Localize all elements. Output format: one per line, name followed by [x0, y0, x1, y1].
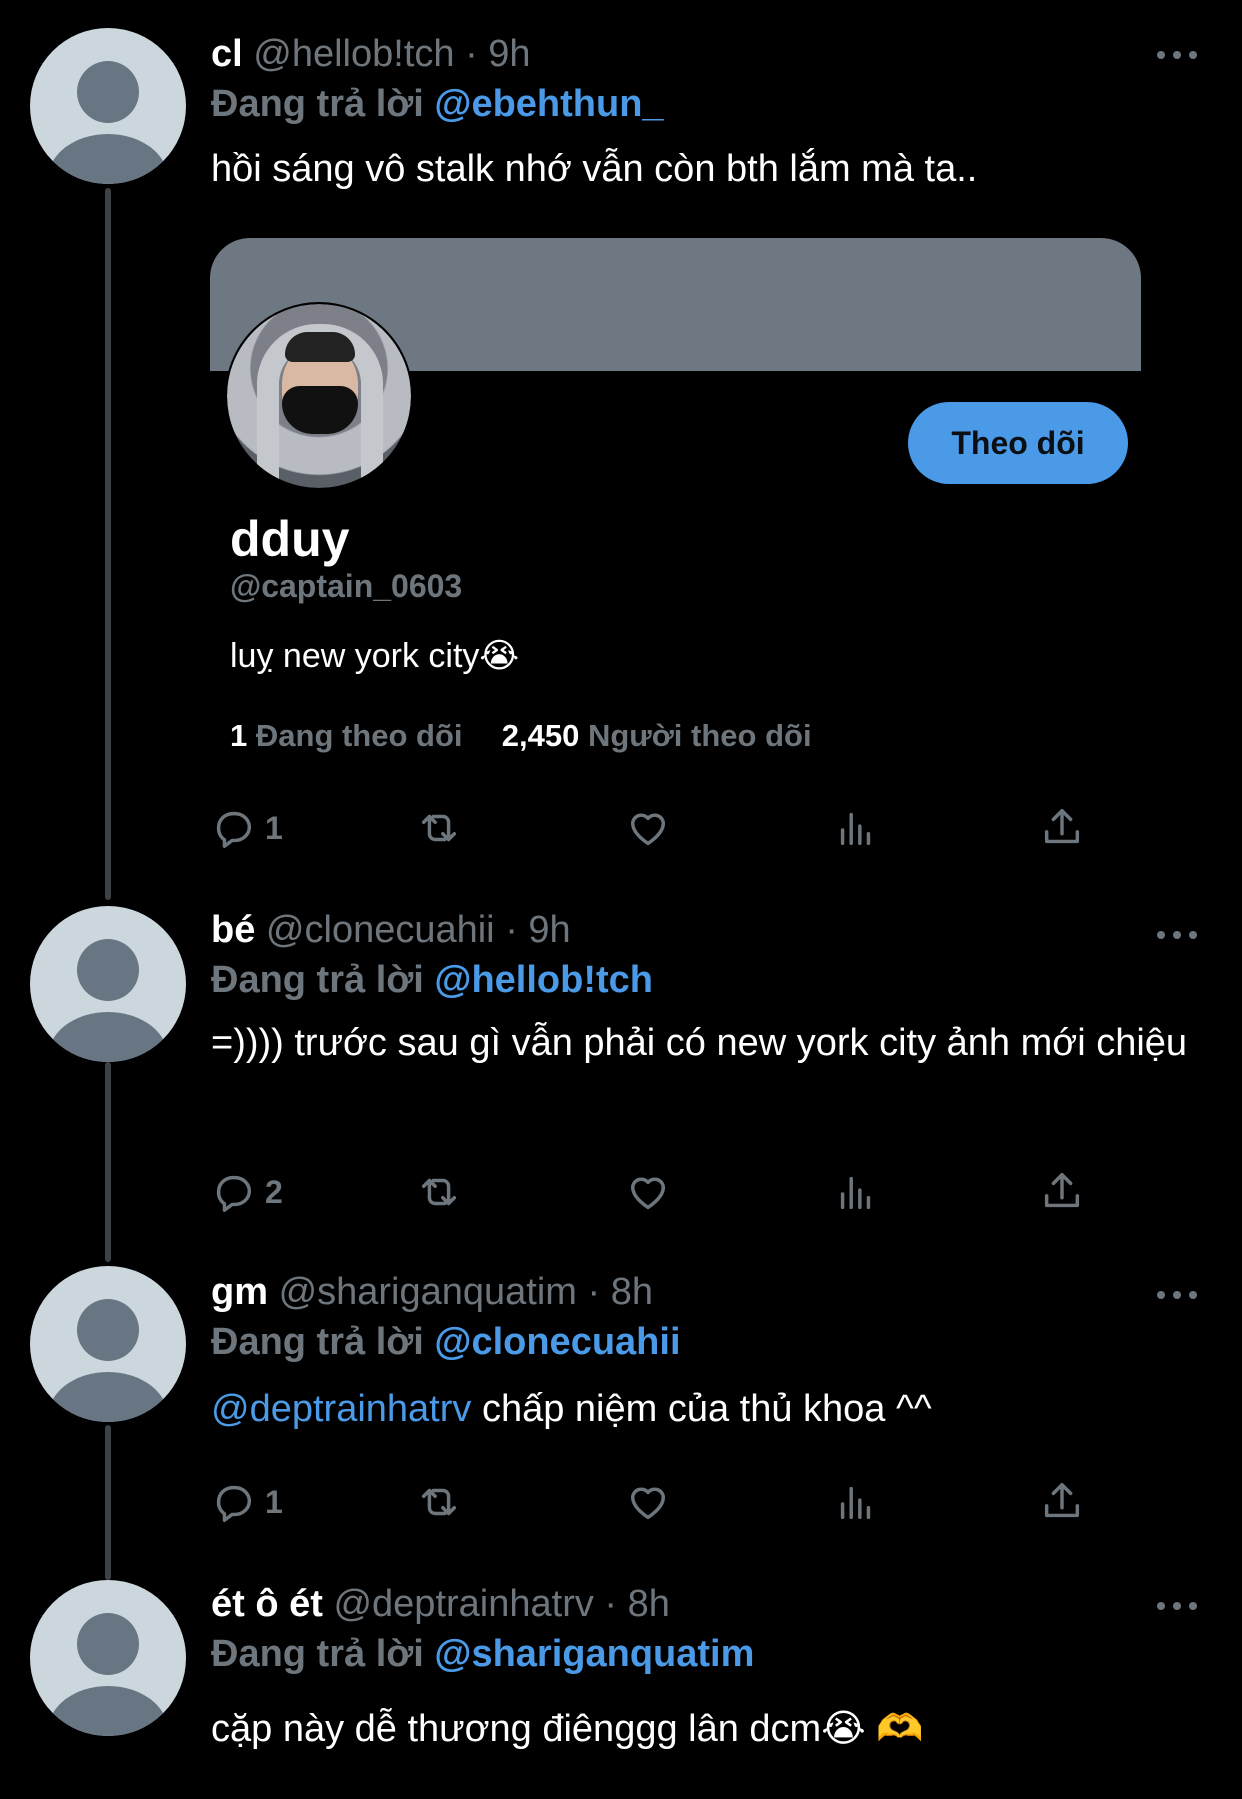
replying-to: Đang trả lời @clonecuahii	[211, 1316, 1202, 1368]
analytics-button[interactable]	[833, 798, 879, 858]
tweet-header: ét ô ét @deptrainhatrv · 8h	[211, 1580, 1202, 1628]
share-button[interactable]	[1039, 798, 1085, 858]
heart-icon	[630, 1487, 666, 1520]
more-icon[interactable]	[1157, 1596, 1197, 1616]
tweet[interactable]: bé @clonecuahii · 9h Đang trả lời @hello…	[0, 880, 1242, 1240]
tweet[interactable]: gm @shariganquatim · 8h Đang trả lời @cl…	[0, 1240, 1242, 1560]
analytics-icon	[840, 812, 871, 846]
reply-count: 1	[265, 1483, 283, 1520]
tweet-header: cl @hellob!tch · 9h	[211, 30, 1202, 78]
following-count[interactable]: 1	[230, 718, 247, 753]
profile-card[interactable]: Theo dõi dduy @captain_0603 luỵ new york…	[210, 238, 1141, 758]
reply-button[interactable]: 1	[211, 1472, 283, 1532]
handle[interactable]: @hellob!tch	[253, 33, 454, 75]
tweet-text: @deptrainhatrv chấp niệm của thủ khoa ^^	[211, 1384, 1202, 1434]
follow-button[interactable]: Theo dõi	[908, 402, 1128, 484]
replying-label: Đang trả lời	[211, 1321, 424, 1363]
profile-name[interactable]: dduy	[230, 510, 349, 568]
retweet-button[interactable]	[416, 1162, 462, 1222]
following-label[interactable]: Đang theo dõi	[256, 718, 463, 753]
share-button[interactable]	[1039, 1162, 1085, 1222]
timestamp[interactable]: 8h	[611, 1271, 653, 1313]
analytics-button[interactable]	[833, 1162, 879, 1222]
avatar[interactable]	[30, 28, 186, 184]
avatar[interactable]	[30, 1266, 186, 1422]
tweet[interactable]: ét ô ét @deptrainhatrv · 8h Đang trả lời…	[0, 1560, 1242, 1799]
replying-label: Đang trả lời	[211, 83, 424, 125]
replying-label: Đang trả lời	[211, 1633, 424, 1675]
replying-mention[interactable]: @hellob!tch	[434, 959, 653, 1001]
share-icon	[1044, 809, 1080, 844]
display-name[interactable]: cl	[211, 33, 243, 75]
reply-button[interactable]: 2	[211, 1162, 283, 1222]
separator: ·	[505, 909, 518, 951]
tweet-text: hồi sáng vô stalk nhớ vẫn còn bth lắm mà…	[211, 148, 978, 190]
retweet-icon	[421, 1178, 457, 1206]
analytics-icon	[840, 1176, 871, 1210]
share-button[interactable]	[1039, 1472, 1085, 1532]
tweet-text: cặp này dễ thương điênggg lân dcm😭 🫶	[211, 1708, 924, 1750]
reply-count: 1	[265, 809, 283, 846]
tweet-actions: 1	[211, 1472, 1111, 1532]
like-button[interactable]	[625, 798, 671, 858]
timestamp[interactable]: 9h	[528, 909, 570, 951]
replying-mention[interactable]: @clonecuahii	[434, 1321, 680, 1363]
text-mention[interactable]: @deptrainhatrv	[211, 1388, 471, 1430]
profile-stats: 1 Đang theo dõi 2,450 Người theo dõi	[230, 718, 812, 754]
avatar[interactable]	[30, 1580, 186, 1736]
analytics-button[interactable]	[833, 1472, 879, 1532]
more-icon[interactable]	[1157, 925, 1197, 945]
separator: ·	[587, 1271, 601, 1313]
followers-count[interactable]: 2,450	[502, 718, 580, 753]
tweet[interactable]: cl @hellob!tch · 9h Đang trả lời @ebehth…	[0, 0, 1242, 880]
tweet-text-body: chấp niệm của thủ khoa ^^	[471, 1388, 932, 1430]
tweet-header: gm @shariganquatim · 8h	[211, 1268, 1202, 1316]
heart-icon	[630, 1177, 666, 1210]
reply-count: 2	[265, 1173, 283, 1210]
profile-bio: luỵ new york city😭	[230, 637, 520, 675]
handle[interactable]: @deptrainhatrv	[333, 1583, 593, 1625]
like-button[interactable]	[625, 1472, 671, 1532]
more-icon[interactable]	[1157, 45, 1197, 65]
replying-label: Đang trả lời	[211, 959, 424, 1001]
retweet-icon	[421, 1488, 457, 1516]
retweet-button[interactable]	[416, 798, 462, 858]
replying-to: Đang trả lời @hellob!tch	[211, 954, 1202, 1006]
retweet-button[interactable]	[416, 1472, 462, 1532]
display-name[interactable]: ét ô ét	[211, 1583, 323, 1625]
replying-to: Đang trả lời @shariganquatim	[211, 1628, 1202, 1680]
like-button[interactable]	[625, 1162, 671, 1222]
replying-mention[interactable]: @shariganquatim	[434, 1633, 754, 1675]
share-icon	[1044, 1483, 1080, 1518]
reply-button[interactable]: 1	[211, 798, 283, 858]
replying-to: Đang trả lời @ebehthun_	[211, 78, 1202, 130]
tweet-actions: 2	[211, 1162, 1111, 1222]
reply-icon	[216, 1485, 251, 1522]
reply-icon	[216, 811, 251, 848]
heart-icon	[630, 813, 666, 846]
followers-label[interactable]: Người theo dõi	[588, 718, 812, 753]
retweet-icon	[421, 814, 457, 842]
tweet-actions: 1	[211, 798, 1111, 858]
handle[interactable]: @clonecuahii	[266, 909, 495, 951]
timestamp[interactable]: 8h	[628, 1583, 670, 1625]
display-name[interactable]: bé	[211, 909, 255, 951]
reply-icon	[216, 1175, 251, 1212]
avatar[interactable]	[30, 906, 186, 1062]
profile-picture[interactable]	[225, 302, 413, 490]
handle[interactable]: @shariganquatim	[279, 1271, 577, 1313]
timestamp[interactable]: 9h	[488, 33, 530, 75]
separator: ·	[604, 1583, 618, 1625]
separator: ·	[465, 33, 478, 75]
tweet-header: bé @clonecuahii · 9h	[211, 906, 1202, 954]
analytics-icon	[840, 1486, 871, 1520]
share-icon	[1044, 1173, 1080, 1208]
more-icon[interactable]	[1157, 1285, 1197, 1305]
replying-mention[interactable]: @ebehthun_	[434, 83, 663, 125]
display-name[interactable]: gm	[211, 1271, 268, 1313]
profile-handle: @captain_0603	[230, 568, 463, 604]
tweet-text: =)))) trước sau gì vẫn phải có new york …	[211, 1022, 1188, 1064]
